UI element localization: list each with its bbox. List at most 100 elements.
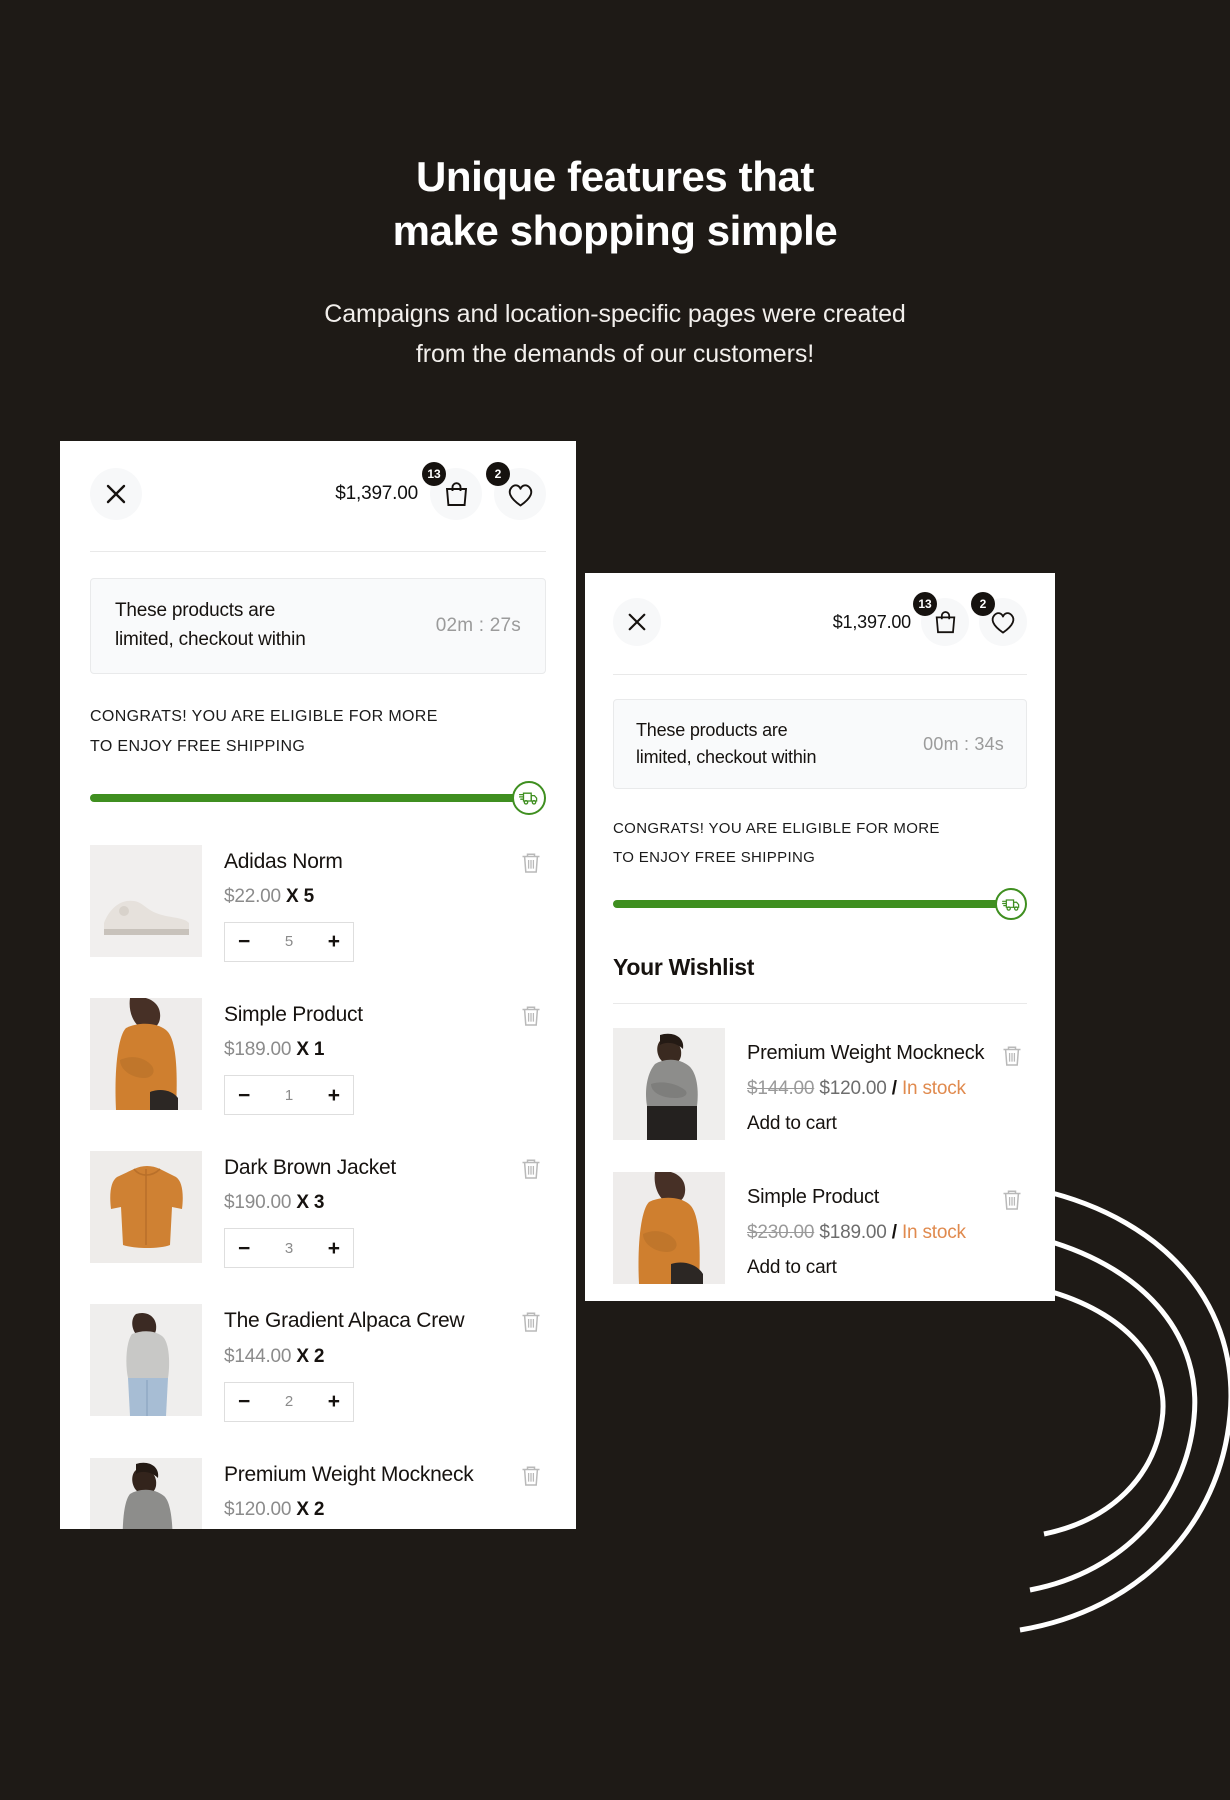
cart-button[interactable]: 13 xyxy=(422,462,482,520)
quantity-stepper[interactable]: − 3 + xyxy=(224,1228,354,1269)
cart-item-name: Adidas Norm xyxy=(224,849,343,873)
close-icon xyxy=(628,613,646,631)
trash-icon xyxy=(1003,1190,1021,1210)
product-thumbnail[interactable] xyxy=(613,1172,725,1284)
product-thumbnail[interactable] xyxy=(90,1304,202,1417)
checkout-timer-message-line-2: limited, checkout within xyxy=(636,747,817,767)
hero-section: Unique features that make shopping simpl… xyxy=(0,150,1230,375)
cart-item-unit-price: $189.00 xyxy=(224,1039,292,1061)
free-shipping-message-line-2: TO ENJOY FREE SHIPPING xyxy=(90,738,306,756)
heart-icon xyxy=(991,612,1015,634)
page-title: Unique features that make shopping simpl… xyxy=(0,150,1230,258)
quantity-stepper[interactable]: − 1 + xyxy=(224,1075,354,1116)
product-thumbnail[interactable] xyxy=(90,997,202,1110)
trash-icon xyxy=(522,1006,540,1026)
cart-item-price: $120.00 X 2 xyxy=(224,1499,520,1521)
quantity-stepper[interactable]: − 2 + xyxy=(224,1381,354,1422)
shopping-bag-icon xyxy=(445,482,467,506)
price-stock-separator: / xyxy=(891,1078,897,1099)
wishlist-item-prices: $230.00 $189.00 / In stock xyxy=(747,1222,1001,1244)
remove-item-button[interactable] xyxy=(520,998,546,1033)
free-shipping-progress-bar xyxy=(613,900,1017,908)
free-shipping-progress xyxy=(613,888,1027,920)
cart-total-amount: $1,397.00 xyxy=(832,611,911,632)
cart-item-info: Simple Product $189.00 X 1 − 1 + xyxy=(202,998,520,1116)
man-grey-mockneck-image xyxy=(613,1028,725,1140)
wishlist-item-name: Simple Product xyxy=(747,1186,880,1208)
wishlist-item-stock-status: In stock xyxy=(901,1222,966,1243)
quantity-decrease-button[interactable]: − xyxy=(238,1238,250,1259)
trash-icon xyxy=(522,1159,540,1179)
wishlist-heading: Your Wishlist xyxy=(613,954,755,980)
quantity-decrease-button[interactable]: − xyxy=(238,1085,250,1106)
cart-item-price: $189.00 X 1 xyxy=(224,1039,520,1061)
wishlist-count-badge: 2 xyxy=(971,592,995,616)
wishlist-item-old-price: $230.00 xyxy=(747,1222,815,1243)
wishlist-button[interactable]: 2 xyxy=(971,592,1027,646)
cart-item-quantity-label: X 5 xyxy=(286,885,314,907)
checkout-timer-message-line-1: These products are xyxy=(636,719,788,740)
cart-item-name: Dark Brown Jacket xyxy=(224,1156,396,1180)
delivery-truck-icon xyxy=(1001,898,1019,911)
wishlist-item-list[interactable]: Premium Weight Mockneck $144.00 $120.00 … xyxy=(613,1012,1027,1300)
grey-sweater-woman-image xyxy=(90,1304,202,1417)
cart-item-unit-price: $120.00 xyxy=(224,1498,292,1520)
cart-item-row: Simple Product $189.00 X 1 − 1 + xyxy=(90,980,546,1133)
quantity-decrease-button[interactable]: − xyxy=(238,931,250,952)
product-thumbnail[interactable] xyxy=(90,1151,202,1264)
wishlist-item-new-price: $189.00 xyxy=(819,1222,887,1243)
cart-count-badge: 13 xyxy=(422,462,446,486)
page-subtitle: Campaigns and location-specific pages we… xyxy=(0,294,1230,375)
remove-item-button[interactable] xyxy=(520,1151,546,1186)
quantity-value: 2 xyxy=(284,1393,294,1411)
delivery-truck-badge xyxy=(512,780,546,815)
sneaker-image xyxy=(90,844,202,957)
trash-icon xyxy=(522,853,540,873)
wishlist-button[interactable]: 2 xyxy=(486,462,546,520)
cart-item-name: The Gradient Alpaca Crew xyxy=(224,1309,465,1333)
free-shipping-message: CONGRATS! YOU ARE ELIGIBLE FOR MORE TO E… xyxy=(90,702,546,763)
cart-item-list[interactable]: Adidas Norm $22.00 X 5 − 5 + Simple Prod… xyxy=(90,827,546,1529)
woman-orange-sweater-image xyxy=(613,1172,725,1284)
cart-item-info: Dark Brown Jacket $190.00 X 3 − 3 + xyxy=(202,1151,520,1269)
quantity-increase-button[interactable]: + xyxy=(328,1085,340,1106)
page-title-line-2: make shopping simple xyxy=(392,206,838,254)
quantity-stepper[interactable]: − 5 + xyxy=(224,921,354,962)
page-subtitle-line-2: from the demands of our customers! xyxy=(415,340,815,368)
orange-jacket-image xyxy=(90,1151,202,1264)
quantity-value: 3 xyxy=(284,1239,294,1257)
mini-cart-panel: $1,397.00 13 2 These products are limite… xyxy=(60,441,576,1529)
add-to-cart-button[interactable]: Add to cart xyxy=(747,1113,1001,1135)
remove-item-button[interactable] xyxy=(520,1458,546,1493)
remove-item-button[interactable] xyxy=(520,845,546,880)
quantity-value: 1 xyxy=(284,1086,294,1104)
quantity-increase-button[interactable]: + xyxy=(328,931,340,952)
cart-item-info: Premium Weight Mockneck $120.00 X 2 − 2 … xyxy=(202,1458,520,1529)
free-shipping-message: CONGRATS! YOU ARE ELIGIBLE FOR MORE TO E… xyxy=(613,815,1027,872)
free-shipping-progress-bar xyxy=(90,793,536,802)
trash-icon xyxy=(522,1312,540,1333)
cart-button[interactable]: 13 xyxy=(913,592,969,646)
checkout-timer-box: These products are limited, checkout wit… xyxy=(90,578,546,674)
close-button[interactable] xyxy=(613,598,661,646)
cart-item-price: $144.00 X 2 xyxy=(224,1346,520,1368)
remove-item-button[interactable] xyxy=(1001,1172,1027,1217)
checkout-timer-box: These products are limited, checkout wit… xyxy=(613,699,1027,789)
cart-count-badge: 13 xyxy=(913,592,937,616)
quantity-increase-button[interactable]: + xyxy=(328,1238,340,1259)
wishlist-heading-divider xyxy=(613,1003,1027,1004)
cart-item-price: $190.00 X 3 xyxy=(224,1192,520,1214)
close-button[interactable] xyxy=(90,468,142,520)
product-thumbnail[interactable] xyxy=(90,1457,202,1529)
remove-item-button[interactable] xyxy=(1001,1028,1027,1073)
cart-item-name: Premium Weight Mockneck xyxy=(224,1462,474,1486)
page-root: Unique features that make shopping simpl… xyxy=(0,0,1230,1800)
wishlist-item-row: Premium Weight Mockneck $144.00 $120.00 … xyxy=(613,1012,1027,1156)
add-to-cart-button[interactable]: Add to cart xyxy=(747,1257,1001,1279)
quantity-decrease-button[interactable]: − xyxy=(238,1391,250,1412)
product-thumbnail[interactable] xyxy=(613,1028,725,1140)
wishlist-count-badge: 2 xyxy=(486,462,510,486)
quantity-increase-button[interactable]: + xyxy=(328,1391,340,1412)
product-thumbnail[interactable] xyxy=(90,844,202,957)
remove-item-button[interactable] xyxy=(520,1304,546,1339)
